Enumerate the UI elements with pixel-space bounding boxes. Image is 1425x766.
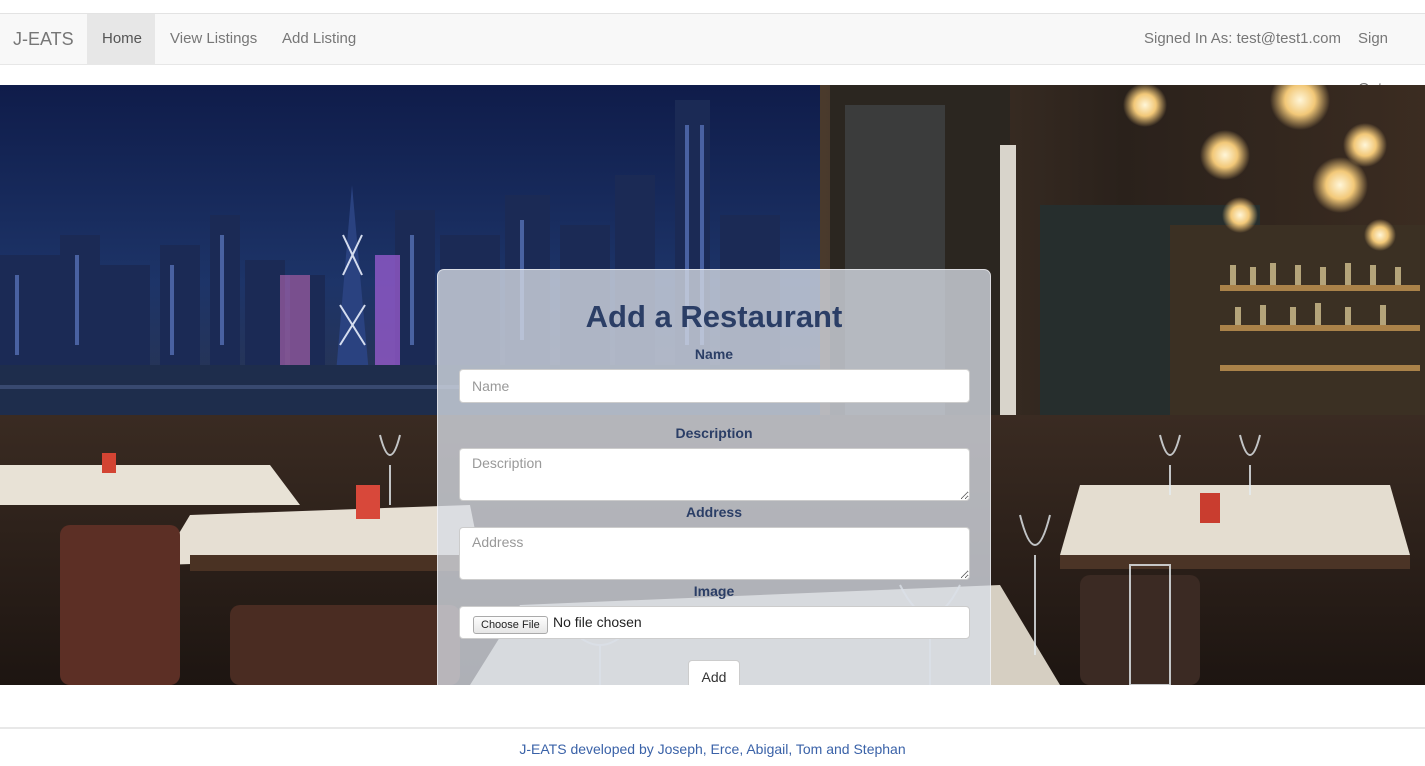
- address-label: Address: [685, 504, 743, 520]
- file-status-text: No file chosen: [553, 614, 642, 630]
- address-input[interactable]: [459, 527, 970, 580]
- nav-view-listings[interactable]: View Listings: [155, 14, 272, 64]
- add-restaurant-form: Add a Restaurant Name Description Addres…: [437, 269, 991, 685]
- choose-file-button[interactable]: Choose File: [473, 616, 548, 634]
- footer-divider: [0, 727, 1425, 729]
- nav-add-listing[interactable]: Add Listing: [267, 14, 371, 64]
- sign-out-link[interactable]: Sign Out: [1343, 14, 1425, 97]
- name-label: Name: [694, 346, 734, 362]
- description-label: Description: [675, 425, 753, 441]
- image-label: Image: [693, 583, 735, 599]
- hero-background-image: Add a Restaurant Name Description Addres…: [0, 85, 1425, 685]
- footer-credits: J-EATS developed by Joseph, Erce, Abigai…: [519, 741, 906, 757]
- signed-in-user[interactable]: Signed In As: test@test1.com: [1129, 14, 1356, 64]
- navbar: J-EATS Home View Listings Add Listing Si…: [0, 14, 1425, 97]
- form-title: Add a Restaurant: [585, 299, 843, 334]
- description-input[interactable]: [459, 448, 970, 501]
- name-input[interactable]: [459, 369, 970, 403]
- image-file-input[interactable]: Choose File No file chosen: [459, 606, 970, 639]
- brand-logo[interactable]: J-EATS: [13, 29, 74, 50]
- add-button[interactable]: Add: [688, 660, 740, 685]
- nav-home[interactable]: Home: [87, 14, 155, 64]
